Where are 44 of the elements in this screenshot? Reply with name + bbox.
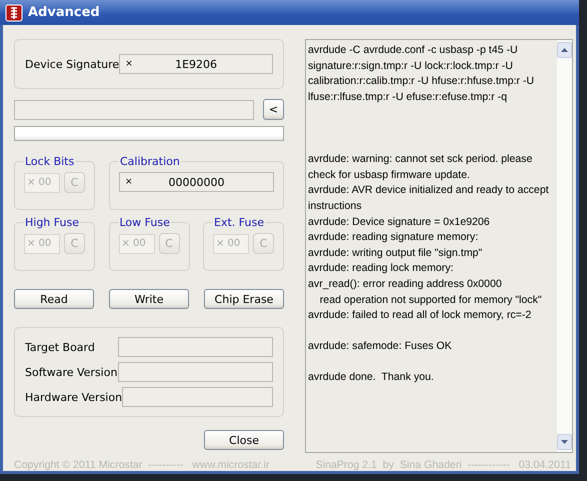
group-title: High Fuse [24,216,80,229]
caret-up-icon [561,48,568,52]
field-label: Software Version [25,366,118,378]
group-title: Lock Bits [24,155,76,168]
log-line: avr_read(): error reading address 0x0000 [308,276,503,292]
log-line: check for usbasp firmware update. [308,168,471,183]
log-line: avrdude: writing output file "sign.tmp" [308,246,484,261]
info-field[interactable] [118,362,273,382]
close-button[interactable]: Close [204,430,284,450]
log-line: avrdude: Device signature = 0x1e9206 [308,214,491,230]
info-field[interactable] [118,337,273,357]
info-field[interactable] [122,387,273,407]
signature-field[interactable]: × 1E9206 [119,54,273,74]
log-line: avrdude: AVR device initialized and ready to accept [308,183,550,198]
action-button[interactable]: Write [109,289,189,309]
log-line: calibration:r:calib.tmp:r -U hfuse:r:hfuse.tmp:r -U [308,74,536,90]
scrollbar[interactable] [557,40,572,452]
log-line: signature:r:sign.tmp:r -U lock:r:lock.tmp:r -U [308,58,514,74]
scroll-down-button[interactable] [557,434,572,450]
log-line: avrdude done. Thank you. [308,370,435,386]
caret-down-icon [561,440,568,444]
group-title: Calibration [119,155,181,168]
action-button[interactable]: Chip Erase [204,289,284,309]
field-label: Target Board [25,340,95,354]
window-title: Advanced [28,5,100,20]
log-line: avrdude: warning: cannot set sck period. please [308,152,534,168]
path-field[interactable] [14,100,254,120]
log-line: read operation not supported for memory "lock" [318,292,543,308]
app-icon [5,4,23,22]
scroll-up-button[interactable] [557,42,572,58]
log-line: avrdude: safemode: Fuses OK [308,339,453,354]
log-line: lfuse:r:lfuse.tmp:r -U efuse:r:efuse.tmp:r -q [308,90,508,105]
log-line: instructions [308,198,363,214]
calibration-field[interactable]: × 00000000 [119,172,274,192]
browse-button[interactable]: < [263,99,284,120]
group-title: Ext. Fuse [213,216,265,229]
log-line: avrdude: reading signature memory: [308,230,480,246]
action-button[interactable]: Read [14,289,94,309]
group-title: Low Fuse [118,216,171,229]
log-line: avrdude -C avrdude.conf -c usbasp -p t45 -U [308,43,519,58]
log-line: avrdude: failed to read all of lock memory, rc=-2 [308,308,532,324]
field-label: Hardware Version [25,390,122,404]
log-line: avrdude: reading lock memory: [308,261,454,276]
field-label: Device Signature [25,58,120,70]
